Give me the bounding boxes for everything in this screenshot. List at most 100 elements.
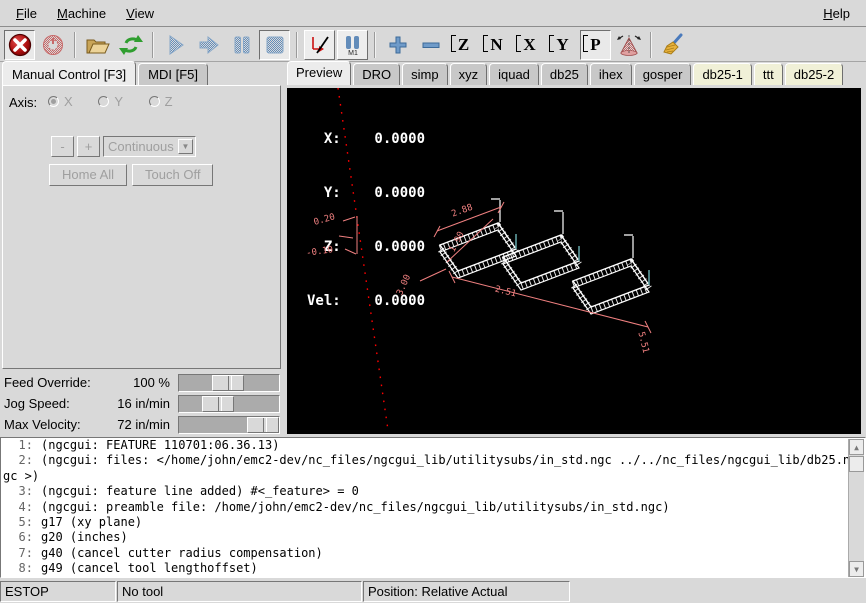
axis-row: Axis: X Y Z (9, 94, 195, 110)
tab-dro[interactable]: DRO (353, 63, 400, 85)
tab-xyz[interactable]: xyz (450, 63, 488, 85)
reload-icon (119, 33, 143, 57)
tab-iquad[interactable]: iquad (489, 63, 539, 85)
toolpath-plot: 2.88 1.90 0.20 -0.10 3.00 2.51 5.51 (287, 88, 861, 434)
feed-override-slider[interactable] (178, 374, 280, 392)
gcode-scrollbar[interactable]: ▲ ▼ (848, 439, 864, 577)
line-text: (ngcgui: files: </home/john/emc2-dev/nc_… (41, 453, 850, 468)
dim-5.51: 5.51 (635, 331, 650, 354)
menu-help[interactable]: Help (813, 2, 860, 25)
line-text: g17 (xy plane) (41, 515, 142, 530)
tab-ihex[interactable]: ihex (590, 63, 632, 85)
tab-ttt[interactable]: ttt (754, 63, 783, 85)
feed-override-row: 100 % Feed Override: (0, 373, 283, 393)
dim-2.88: 2.88 (450, 203, 474, 220)
slider-thumb[interactable] (247, 417, 279, 433)
line-number: 4: (1, 500, 33, 515)
tab-preview[interactable]: Preview (287, 61, 351, 85)
line-text: (ngcgui: preamble file: /home/john/emc2-… (41, 500, 670, 515)
line-text: (ngcgui: FEATURE 110701:06.36.13) (41, 438, 279, 453)
open-file-button[interactable] (82, 30, 113, 60)
gcode-listing[interactable]: 1:(ngcgui: FEATURE 110701:06.36.13) 2:(n… (0, 437, 866, 578)
tab-mdi[interactable]: MDI [F5] (138, 63, 208, 85)
menu-machine[interactable]: Machine (47, 2, 116, 25)
scroll-down-icon[interactable]: ▼ (849, 561, 864, 577)
gcode-line: 1:(ngcgui: FEATURE 110701:06.36.13) (1, 438, 865, 453)
rotate-view-button[interactable] (613, 30, 644, 60)
dim-1.90: 1.90 (448, 230, 467, 254)
menu-file[interactable]: File (6, 2, 47, 25)
estop-button[interactable] (4, 30, 35, 60)
jog-increment-value: Continuous (108, 137, 174, 156)
view-x-button[interactable]: X (514, 30, 545, 60)
line-text: g49 (cancel tool lengthoffset) (41, 561, 258, 576)
jog-plus-button: + (77, 136, 100, 157)
axis-radio-y: Y (98, 94, 123, 109)
view-z-button[interactable]: Z (448, 30, 479, 60)
machine-power-button[interactable] (37, 30, 68, 60)
gcode-line: 2:(ngcgui: files: </home/john/emc2-dev/n… (1, 453, 865, 468)
view-z-rotated-button[interactable]: N (481, 30, 512, 60)
machine-power-icon (41, 33, 65, 57)
menu-bar: File Machine View Help (0, 0, 866, 27)
zoom-in-button[interactable] (382, 30, 413, 60)
view-y-button[interactable]: Y (547, 30, 578, 60)
skip-lines-toggle[interactable] (304, 30, 335, 60)
dim-0.20: 0.20 (313, 212, 337, 228)
toolbar-separator (650, 32, 652, 58)
view-perspective-icon: P (588, 35, 602, 54)
tab-simp[interactable]: simp (402, 63, 447, 85)
run-icon (165, 34, 187, 56)
jog-minus-button: - (51, 136, 74, 157)
tab-db25-2[interactable]: db25-2 (785, 63, 843, 85)
preview-canvas[interactable]: X: 0.0000 Y: 0.0000 Z: 0.0000 Vel: 0.000… (287, 88, 861, 434)
zoom-out-icon (421, 35, 441, 55)
line-text: g40 (cancel cutter radius compensation) (41, 546, 323, 561)
slider-thumb[interactable] (212, 375, 244, 391)
tab-gosper[interactable]: gosper (634, 63, 692, 85)
toolpath-connector-2 (503, 211, 579, 290)
stop-program-button (259, 30, 290, 60)
reload-file-button[interactable] (115, 30, 146, 60)
radio-dot (98, 96, 109, 107)
zoom-in-icon (388, 35, 408, 55)
line-text: (ngcgui: feature line added) #<_feature>… (41, 484, 359, 499)
max-velocity-row: 72 in/min Max Velocity: (0, 415, 283, 435)
max-velocity-slider[interactable] (178, 416, 280, 434)
line-number: 6: (1, 530, 33, 545)
radio-dot (149, 96, 160, 107)
left-tab-bar: Manual Control [F3] MDI [F5] (2, 63, 210, 85)
chevron-down-icon: ▼ (178, 139, 193, 154)
slider-thumb[interactable] (202, 396, 234, 412)
dim-3.00: 3.00 (395, 273, 413, 297)
tab-db25-1[interactable]: db25-1 (693, 63, 751, 85)
home-row: Home All Touch Off (49, 164, 218, 186)
jog-speed-label: Jog Speed: (4, 396, 70, 411)
optional-stop-toggle[interactable]: M1 (337, 30, 368, 60)
max-velocity-label: Max Velocity: (4, 417, 81, 432)
tab-manual-control[interactable]: Manual Control [F3] (2, 61, 136, 85)
clear-plot-button[interactable] (658, 30, 689, 60)
tab-db25[interactable]: db25 (541, 63, 588, 85)
line-number: 8: (1, 561, 33, 576)
jog-increment-combobox: Continuous ▼ (103, 136, 196, 157)
jog-speed-slider[interactable] (178, 395, 280, 413)
right-tab-bar: Preview DRO simp xyz iquad db25 ihex gos… (287, 63, 845, 86)
run-program-button (160, 30, 191, 60)
line-text: g20 (inches) (41, 530, 128, 545)
scroll-up-icon[interactable]: ▲ (849, 439, 864, 455)
m1-label: M1 (348, 50, 358, 56)
step-program-button (193, 30, 224, 60)
estop-icon (8, 33, 32, 57)
line-number: 3: (1, 484, 33, 499)
toolbar-separator (374, 32, 376, 58)
feed-override-label: Feed Override: (4, 375, 91, 390)
status-position-mode: Position: Relative Actual (363, 581, 570, 602)
rotate-cone-icon (616, 33, 642, 57)
view-perspective-button[interactable]: P (580, 30, 611, 60)
dimension-lines (339, 202, 651, 333)
scrollbar-thumb[interactable] (849, 456, 864, 472)
home-all-button: Home All (49, 164, 127, 186)
zoom-out-button[interactable] (415, 30, 446, 60)
menu-view[interactable]: View (116, 2, 164, 25)
